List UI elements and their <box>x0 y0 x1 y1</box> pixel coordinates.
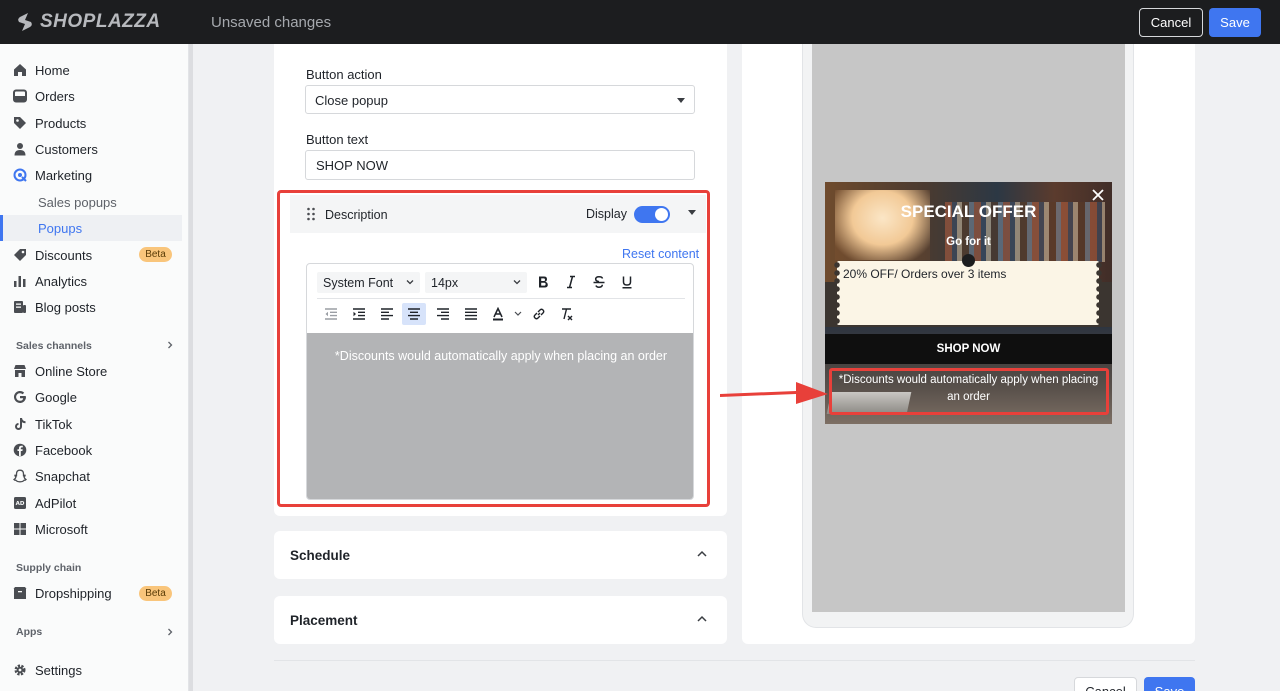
sidebar-item-snapchat[interactable]: Snapchat <box>0 463 189 489</box>
button-text-field[interactable] <box>305 150 695 180</box>
sidebar-item-label: Home <box>35 62 70 78</box>
close-icon[interactable] <box>1091 188 1105 202</box>
sidebar-item-label: Facebook <box>35 442 93 458</box>
sidebar-item-blog-posts[interactable]: Blog posts <box>0 294 189 320</box>
sidebar-item-label: Products <box>35 115 87 131</box>
apps-heading[interactable]: Apps <box>16 626 42 638</box>
sidebar-item-label: Snapchat <box>35 468 90 484</box>
cancel-button[interactable]: Cancel <box>1139 8 1203 37</box>
sidebar-item-label: AdPilot <box>35 495 77 511</box>
discount-icon <box>14 249 26 261</box>
sidebar-item-products[interactable]: Products <box>0 110 189 136</box>
schedule-section[interactable]: Schedule <box>274 531 727 579</box>
sidebar-item-label: Orders <box>35 88 75 104</box>
unsaved-changes-text: Unsaved changes <box>211 14 332 31</box>
gear-icon <box>14 664 26 676</box>
dropshipping-icon <box>13 587 27 599</box>
microsoft-icon <box>14 523 26 535</box>
sidebar-item-tiktok[interactable]: TikTok <box>0 411 189 437</box>
button-text-input[interactable] <box>306 151 694 179</box>
schedule-title: Schedule <box>290 548 351 563</box>
bar-chart-icon <box>14 276 26 287</box>
sidebar-item-label: Discounts <box>35 247 93 263</box>
coupon-notch <box>962 254 975 267</box>
sidebar-item-label: Microsoft <box>35 521 88 537</box>
svg-text:AD: AD <box>16 501 25 507</box>
placement-section[interactable]: Placement <box>274 596 727 644</box>
sidebar-item-sales-popups[interactable]: Sales popups <box>0 189 182 215</box>
beta-badge: Beta <box>139 247 172 262</box>
button-action-label: Button action <box>306 67 382 82</box>
button-action-value: Close popup <box>315 93 388 108</box>
sidebar-scrollbar[interactable] <box>189 44 193 691</box>
annotation-highlight-box <box>277 190 710 507</box>
sidebar-item-orders[interactable]: Orders <box>0 83 189 109</box>
annotation-highlight-preview <box>829 368 1109 415</box>
sidebar-item-microsoft[interactable]: Microsoft <box>0 516 189 542</box>
footer-save-button[interactable]: Save <box>1144 677 1195 691</box>
chevron-up-icon[interactable] <box>697 615 707 623</box>
sidebar-item-label: Marketing <box>35 167 93 183</box>
beta-badge: Beta <box>139 586 172 601</box>
sidebar-item-discounts[interactable]: Discounts Beta <box>0 242 189 268</box>
sidebar-item-label: Popups <box>38 221 83 236</box>
google-icon <box>14 390 26 403</box>
home-icon <box>14 64 26 76</box>
tiktok-icon <box>15 418 26 430</box>
person-icon <box>14 143 26 156</box>
sidebar-item-settings[interactable]: Settings <box>0 657 189 683</box>
footer-cancel-button[interactable]: Cancel <box>1074 677 1137 691</box>
sidebar-item-facebook[interactable]: Facebook <box>0 437 189 463</box>
sidebar-item-marketing[interactable]: Marketing <box>0 162 189 188</box>
chevron-up-icon[interactable] <box>697 550 707 558</box>
sidebar-item-dropshipping[interactable]: Dropshipping Beta <box>0 580 189 606</box>
annotation-arrow-icon <box>720 382 828 404</box>
button-text-label: Button text <box>306 132 369 147</box>
sidebar-item-label: Dropshipping <box>35 585 112 601</box>
save-button[interactable]: Save <box>1209 8 1261 37</box>
sidebar-item-analytics[interactable]: Analytics <box>0 268 189 294</box>
orders-icon <box>13 89 27 103</box>
target-icon <box>13 168 27 182</box>
footer-divider <box>274 660 1195 661</box>
sidebar-item-label: Sales popups <box>38 195 117 210</box>
store-icon <box>14 365 26 377</box>
caret-down-icon <box>677 98 685 103</box>
button-action-select[interactable]: Close popup <box>305 85 695 114</box>
popup-subhead: Go for it <box>946 236 991 248</box>
sidebar-item-home[interactable]: Home <box>0 57 189 83</box>
snapchat-icon <box>13 469 27 483</box>
shoplazza-logo[interactable]: SHOPLAZZA <box>16 11 161 33</box>
supply-chain-heading: Supply chain <box>16 562 82 574</box>
shoplazza-logo-icon <box>18 13 32 31</box>
sidebar-item-google[interactable]: Google <box>0 384 189 410</box>
lamp-image <box>835 190 930 260</box>
chevron-right-icon[interactable] <box>166 341 174 349</box>
sidebar-item-online-store[interactable]: Online Store <box>0 358 189 384</box>
coupon-text: 20% OFF/ Orders over 3 items <box>843 267 1007 281</box>
sidebar-item-adpilot[interactable]: AD AdPilot <box>0 490 189 516</box>
logo-text: SHOPLAZZA <box>40 11 161 32</box>
facebook-icon <box>13 443 27 457</box>
sidebar-item-label: Online Store <box>35 363 108 379</box>
sidebar-item-label: Google <box>35 389 77 405</box>
sidebar-item-popups[interactable]: Popups <box>0 215 182 241</box>
top-bar: SHOPLAZZA Unsaved changes Cancel Save <box>0 0 1280 44</box>
tag-icon <box>14 117 26 129</box>
sidebar-item-label: Settings <box>35 662 82 678</box>
popup-headline: SPECIAL OFFER <box>900 202 1037 221</box>
sales-channels-heading[interactable]: Sales channels <box>16 340 92 352</box>
popup-shop-now-button[interactable]: SHOP NOW <box>825 334 1112 364</box>
blog-icon <box>14 301 26 313</box>
adpilot-icon: AD <box>14 497 26 509</box>
placement-title: Placement <box>290 613 358 628</box>
sidebar-item-label: TikTok <box>35 416 73 432</box>
sidebar-item-customers[interactable]: Customers <box>0 136 189 162</box>
sidebar-item-label: Customers <box>35 141 98 157</box>
sidebar-item-label: Analytics <box>35 273 88 289</box>
chevron-right-icon[interactable] <box>166 628 174 636</box>
sidebar-item-label: Blog posts <box>35 299 96 315</box>
